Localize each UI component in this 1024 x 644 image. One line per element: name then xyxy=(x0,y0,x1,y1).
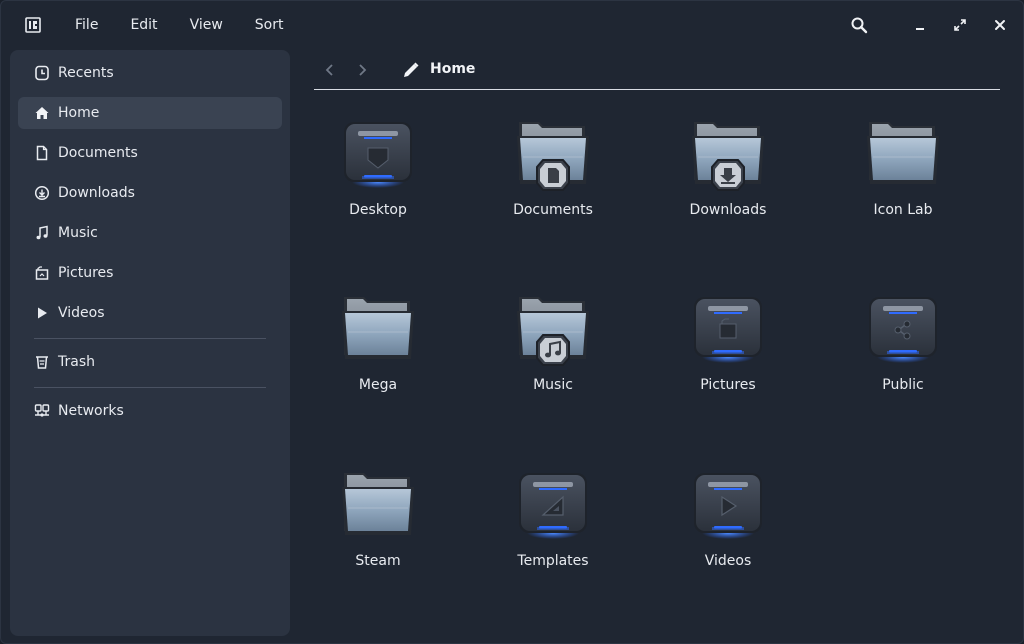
sidebar-item-label: Pictures xyxy=(58,265,114,281)
file-manager-window: File Edit View Sort Recents Home Documen… xyxy=(0,0,1024,644)
close-button[interactable] xyxy=(990,15,1010,35)
file-item[interactable]: Public xyxy=(828,291,978,421)
file-item-label: Icon Lab xyxy=(873,202,933,218)
file-item[interactable]: Templates xyxy=(478,467,628,597)
music-folder-icon xyxy=(513,291,593,371)
desktop-folder-icon xyxy=(338,116,418,196)
sidebar-item-networks[interactable]: Networks xyxy=(18,395,282,427)
back-button[interactable] xyxy=(320,60,340,80)
file-item[interactable]: Downloads xyxy=(653,116,803,246)
file-item[interactable]: Steam xyxy=(303,467,453,597)
header-bar: File Edit View Sort xyxy=(1,1,1023,49)
sidebar-item-label: Music xyxy=(58,225,98,241)
sidebar-item-label: Documents xyxy=(58,145,138,161)
maximize-icon xyxy=(954,19,966,31)
search-button[interactable] xyxy=(849,15,869,35)
folder-icon xyxy=(338,467,418,547)
download-icon xyxy=(34,185,50,201)
sidebar-item-trash[interactable]: Trash xyxy=(18,346,282,378)
pencil-icon xyxy=(404,62,419,77)
file-item-label: Desktop xyxy=(349,202,407,218)
file-item-label: Templates xyxy=(517,553,589,569)
file-item-label: Documents xyxy=(513,202,593,218)
documents-folder-icon xyxy=(513,116,593,196)
chevron-right-icon xyxy=(359,64,367,76)
music-note-icon xyxy=(34,225,50,241)
file-item[interactable]: Documents xyxy=(478,116,628,246)
home-icon xyxy=(34,105,50,121)
templates-folder-icon xyxy=(513,467,593,547)
file-item-label: Pictures xyxy=(700,377,756,393)
maximize-button[interactable] xyxy=(950,15,970,35)
app-menu-icon[interactable] xyxy=(25,17,41,33)
forward-button[interactable] xyxy=(352,60,372,80)
sidebar-separator xyxy=(34,338,266,339)
file-item-label: Steam xyxy=(355,553,401,569)
edit-path-button[interactable] xyxy=(402,61,420,79)
search-icon xyxy=(851,17,868,34)
sidebar-item-label: Downloads xyxy=(58,185,135,201)
close-icon xyxy=(995,20,1005,30)
sidebar-item-label: Home xyxy=(58,105,100,121)
sidebar-item-label: Recents xyxy=(58,65,114,81)
file-item[interactable]: Mega xyxy=(303,291,453,421)
folder-icon xyxy=(338,291,418,371)
document-icon xyxy=(34,145,50,161)
trash-icon xyxy=(34,354,50,370)
file-item-label: Music xyxy=(533,377,573,393)
play-icon xyxy=(34,305,50,321)
breadcrumb-home[interactable]: Home xyxy=(430,61,475,77)
menu-edit[interactable]: Edit xyxy=(114,13,173,37)
sidebar-item-recents[interactable]: Recents xyxy=(18,57,282,89)
file-item[interactable]: Videos xyxy=(653,467,803,597)
menu-view[interactable]: View xyxy=(174,13,239,37)
picture-icon xyxy=(34,265,50,281)
sidebar-item-music[interactable]: Music xyxy=(18,217,282,249)
file-item-label: Public xyxy=(882,377,924,393)
pictures-folder-icon xyxy=(688,291,768,371)
sidebar-item-videos[interactable]: Videos xyxy=(18,297,282,329)
public-folder-icon xyxy=(863,291,943,371)
clock-icon xyxy=(34,65,50,81)
menu-file[interactable]: File xyxy=(59,13,114,37)
sidebar-item-downloads[interactable]: Downloads xyxy=(18,177,282,209)
menu-sort[interactable]: Sort xyxy=(239,13,300,37)
file-item-label: Downloads xyxy=(689,202,767,218)
sidebar-item-home[interactable]: Home xyxy=(18,97,282,129)
network-icon xyxy=(34,403,50,419)
downloads-folder-icon xyxy=(688,116,768,196)
file-item[interactable]: Pictures xyxy=(653,291,803,421)
file-item[interactable]: Desktop xyxy=(303,116,453,246)
menu-bar: File Edit View Sort xyxy=(59,13,300,37)
file-item[interactable]: Music xyxy=(478,291,628,421)
sidebar: Recents Home Documents Downloads Music P… xyxy=(10,50,290,636)
minimize-button[interactable] xyxy=(910,15,930,35)
sidebar-item-label: Trash xyxy=(58,354,95,370)
file-item[interactable]: Icon Lab xyxy=(828,116,978,246)
minimize-icon xyxy=(916,28,924,30)
videos-folder-icon xyxy=(688,467,768,547)
file-item-label: Videos xyxy=(704,553,752,569)
sidebar-item-label: Networks xyxy=(58,403,124,419)
sidebar-item-pictures[interactable]: Pictures xyxy=(18,257,282,289)
path-bar: Home xyxy=(314,50,1000,90)
sidebar-item-documents[interactable]: Documents xyxy=(18,137,282,169)
sidebar-separator xyxy=(34,387,266,388)
chevron-left-icon xyxy=(325,64,333,76)
file-item-label: Mega xyxy=(358,377,398,393)
folder-icon xyxy=(863,116,943,196)
sidebar-item-label: Videos xyxy=(58,305,105,321)
